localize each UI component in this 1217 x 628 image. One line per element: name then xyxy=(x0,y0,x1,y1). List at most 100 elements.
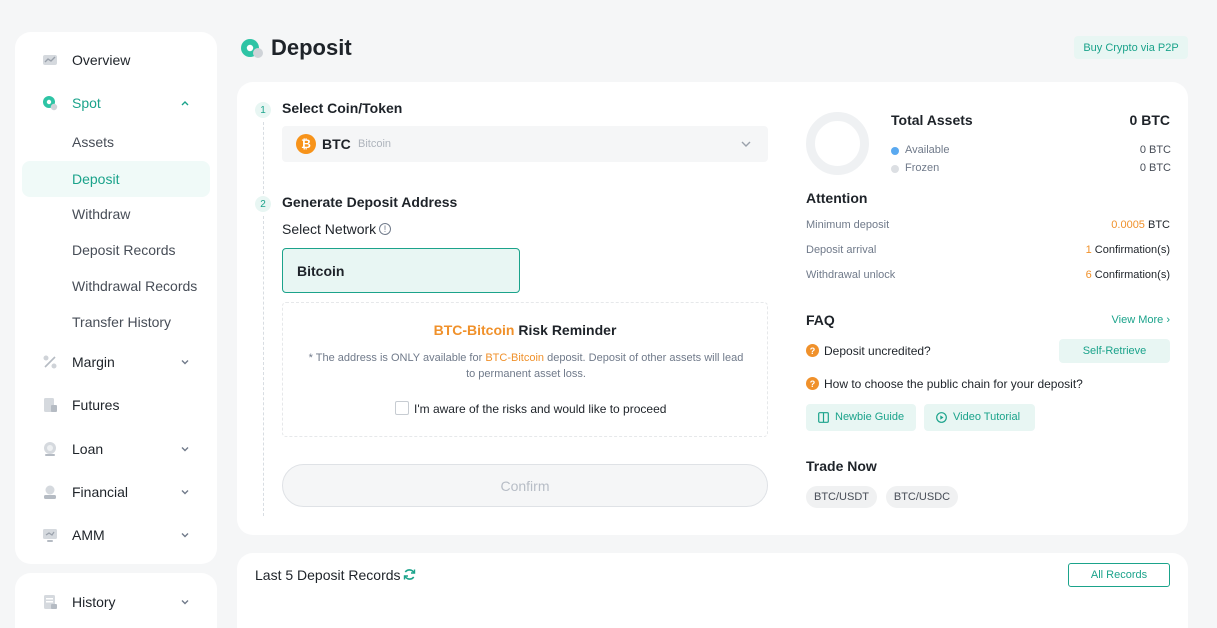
question-icon: ? xyxy=(806,377,819,390)
page-title: Deposit xyxy=(271,35,352,60)
futures-icon xyxy=(44,398,57,412)
confirm-button[interactable]: Confirm xyxy=(282,464,768,507)
step-connector xyxy=(263,216,264,516)
attention-value-unit: Confirmation(s) xyxy=(1091,269,1170,281)
step-number: 1 xyxy=(255,102,271,118)
view-more-label: View More xyxy=(1111,314,1164,326)
play-icon xyxy=(936,412,947,423)
newbie-guide-label: Newbie Guide xyxy=(835,411,905,423)
faq-title: FAQ xyxy=(806,312,835,328)
sidebar-subitem-label: Withdraw xyxy=(72,206,131,222)
step-title: Select Coin/Token xyxy=(282,100,403,116)
view-more-link[interactable]: View More › xyxy=(1112,314,1171,326)
sidebar-item-label: Overview xyxy=(72,52,131,68)
risk-acknowledge-label[interactable]: I'm aware of the risks and would like to… xyxy=(414,402,666,416)
attention-value-highlight: 0.0005 xyxy=(1111,219,1145,231)
available-dot xyxy=(891,147,899,155)
attention-title: Attention xyxy=(806,190,868,206)
bitcoin-icon: ₿ xyxy=(296,134,316,154)
self-retrieve-button[interactable]: Self-Retrieve xyxy=(1059,339,1170,363)
sidebar-item-overview[interactable]: Overview xyxy=(22,42,210,78)
total-assets-label: Total Assets xyxy=(891,112,973,128)
sidebar-item-financial[interactable]: Financial xyxy=(22,474,210,510)
video-tutorial-button[interactable]: Video Tutorial xyxy=(924,404,1035,431)
buy-crypto-p2p-button[interactable]: Buy Crypto via P2P xyxy=(1074,36,1188,59)
sidebar-subitem-label: Withdrawal Records xyxy=(72,278,198,294)
risk-text: * The address is ONLY available for BTC-… xyxy=(303,350,749,382)
attention-value: 1 Confirmation(s) xyxy=(1086,244,1170,256)
step-number: 2 xyxy=(255,196,271,212)
sidebar-subitem-transfer-history[interactable]: Transfer History xyxy=(22,304,210,340)
sidebar-subitem-label: Deposit Records xyxy=(72,242,176,258)
spot-icon xyxy=(43,96,58,111)
sidebar-item-spot[interactable]: Spot xyxy=(22,85,210,121)
attention-label: Deposit arrival xyxy=(806,244,877,256)
sidebar-subitem-label: Transfer History xyxy=(72,314,172,330)
legend-available: Available 0 BTC xyxy=(891,144,1171,158)
chevron-down-icon xyxy=(741,141,751,147)
chevron-up-icon xyxy=(181,101,189,106)
info-icon[interactable]: ! xyxy=(379,223,391,235)
pair-btc-usdc-button[interactable]: BTC/USDC xyxy=(886,486,958,508)
risk-text-highlight: BTC-Bitcoin xyxy=(485,352,545,364)
sidebar-subitem-assets[interactable]: Assets xyxy=(22,124,210,160)
sidebar-subitem-label: Assets xyxy=(72,134,115,150)
book-icon xyxy=(818,412,829,423)
sidebar-item-margin[interactable]: Margin xyxy=(22,344,210,380)
sidebar-subitem-deposit-records[interactable]: Deposit Records xyxy=(22,232,210,268)
amm-icon xyxy=(43,529,57,542)
attention-row: Deposit arrival 1 Confirmation(s) xyxy=(806,244,1170,260)
history-icon xyxy=(44,595,57,609)
coin-select[interactable]: ₿ BTC Bitcoin xyxy=(282,126,768,162)
sidebar-item-label: Futures xyxy=(72,397,120,413)
attention-label: Minimum deposit xyxy=(806,219,890,231)
risk-acknowledge-checkbox[interactable] xyxy=(395,401,409,415)
chevron-down-icon xyxy=(181,533,189,538)
chevron-right-icon: › xyxy=(1166,314,1170,326)
sidebar: Overview Spot Assets Deposit Withdraw De… xyxy=(15,32,217,564)
risk-reminder: BTC-Bitcoin Risk Reminder * The address … xyxy=(282,302,768,437)
refresh-icon[interactable] xyxy=(403,568,416,581)
sidebar-item-futures[interactable]: Futures xyxy=(22,387,210,423)
sidebar-item-label: Margin xyxy=(72,354,115,370)
select-network-label: Select Network xyxy=(282,221,377,237)
question-icon: ? xyxy=(806,344,819,357)
sidebar-item-history[interactable]: History xyxy=(22,584,210,620)
newbie-guide-button[interactable]: Newbie Guide xyxy=(806,404,916,431)
chart-icon xyxy=(43,55,57,65)
sidebar-item-label: Spot xyxy=(72,95,101,111)
network-option-bitcoin[interactable]: Bitcoin xyxy=(282,248,520,293)
sidebar-subitem-deposit[interactable]: Deposit xyxy=(22,161,210,197)
sidebar-item-label: Loan xyxy=(72,441,104,457)
faq-question: Deposit uncredited? xyxy=(824,344,931,358)
chevron-down-icon xyxy=(181,490,189,495)
legend-value: 0 BTC xyxy=(1139,144,1171,156)
attention-value: 6 Confirmation(s) xyxy=(1086,269,1170,281)
risk-text-pre: * The address is ONLY available for xyxy=(308,352,486,364)
coin-symbol: BTC xyxy=(322,136,351,152)
frozen-dot xyxy=(891,165,899,173)
sidebar-item-loan[interactable]: Loan xyxy=(22,431,210,467)
sidebar-item-amm[interactable]: AMM xyxy=(22,517,210,553)
sidebar-subitem-withdrawal-records[interactable]: Withdrawal Records xyxy=(22,268,210,304)
legend-value: 0 BTC xyxy=(1139,162,1171,174)
sidebar-subitem-withdraw[interactable]: Withdraw xyxy=(22,196,210,232)
attention-row: Minimum deposit 0.0005 BTC xyxy=(806,219,1170,235)
legend-name: Available xyxy=(905,144,950,156)
percent-icon xyxy=(43,355,57,369)
risk-title: BTC-Bitcoin Risk Reminder xyxy=(283,322,767,338)
chevron-down-icon xyxy=(181,360,189,365)
deposit-records-card: Last 5 Deposit Records All Records xyxy=(237,553,1188,628)
step-connector xyxy=(263,122,264,194)
faq-item-public-chain[interactable]: ? How to choose the public chain for you… xyxy=(806,377,1170,393)
total-assets-value: 0 BTC xyxy=(1129,112,1170,128)
faq-item-uncredited[interactable]: ? Deposit uncredited? xyxy=(806,344,1046,360)
deposit-icon xyxy=(241,39,263,58)
pair-btc-usdt-button[interactable]: BTC/USDT xyxy=(806,486,877,508)
sidebar-history-panel: History xyxy=(15,573,217,628)
all-records-button[interactable]: All Records xyxy=(1068,563,1170,587)
chevron-down-icon xyxy=(181,447,189,452)
financial-icon xyxy=(44,485,56,499)
attention-row: Withdrawal unlock 6 Confirmation(s) xyxy=(806,269,1170,285)
legend-name: Frozen xyxy=(905,162,940,174)
